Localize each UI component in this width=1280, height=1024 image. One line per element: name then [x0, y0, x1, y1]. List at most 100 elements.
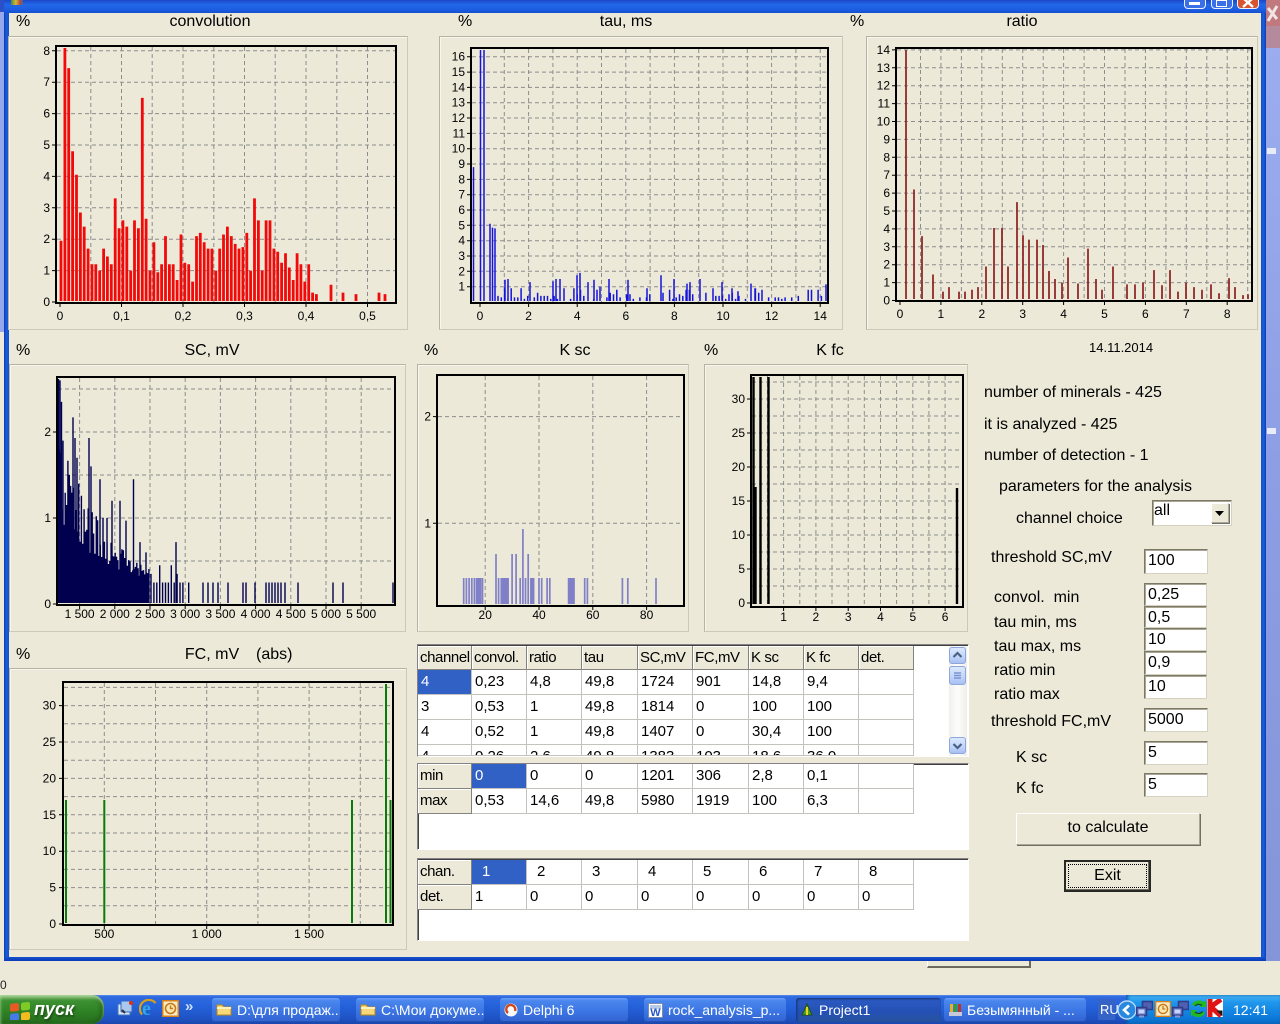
svg-text:8: 8: [43, 44, 50, 58]
svg-text:4: 4: [574, 309, 581, 323]
svg-text:5: 5: [49, 881, 56, 895]
svg-text:2: 2: [44, 425, 51, 439]
svg-text:3: 3: [883, 240, 890, 254]
svg-text:3: 3: [1019, 307, 1026, 321]
svg-text:15: 15: [43, 808, 57, 822]
svg-text:14: 14: [877, 43, 891, 57]
svg-text:3: 3: [845, 610, 852, 624]
svg-text:4 500: 4 500: [276, 607, 306, 621]
svg-text:5 000: 5 000: [311, 607, 341, 621]
svg-text:1: 1: [938, 307, 945, 321]
svg-text:25: 25: [732, 426, 746, 440]
svg-text:20: 20: [43, 771, 57, 785]
svg-text:3: 3: [43, 201, 50, 215]
svg-text:5: 5: [43, 138, 50, 152]
svg-text:0,2: 0,2: [175, 309, 192, 323]
svg-text:10: 10: [732, 528, 746, 542]
svg-text:W: W: [650, 1007, 661, 1018]
svg-text:0: 0: [57, 309, 64, 323]
svg-text:14: 14: [814, 309, 828, 323]
svg-text:15: 15: [452, 65, 466, 79]
svg-text:6: 6: [942, 610, 949, 624]
svg-text:20: 20: [732, 460, 746, 474]
svg-text:4: 4: [458, 234, 465, 248]
svg-text:4: 4: [883, 222, 890, 236]
svg-text:1 500: 1 500: [294, 927, 324, 941]
svg-text:0: 0: [43, 295, 50, 309]
svg-text:13: 13: [452, 96, 466, 110]
svg-text:14: 14: [452, 80, 466, 94]
svg-text:12: 12: [765, 309, 779, 323]
svg-text:40: 40: [532, 608, 546, 622]
svg-text:25: 25: [43, 735, 57, 749]
svg-text:11: 11: [878, 97, 891, 111]
svg-text:2 000: 2 000: [100, 607, 130, 621]
svg-text:6: 6: [458, 203, 465, 217]
svg-text:7: 7: [1183, 307, 1190, 321]
svg-text:20: 20: [479, 608, 493, 622]
svg-text:8: 8: [458, 172, 465, 186]
svg-text:9: 9: [883, 132, 890, 146]
svg-text:6: 6: [883, 186, 890, 200]
svg-text:1: 1: [43, 264, 50, 278]
svg-text:8: 8: [1224, 307, 1231, 321]
svg-text:7: 7: [458, 188, 465, 202]
svg-text:15: 15: [732, 494, 746, 508]
svg-text:80: 80: [640, 608, 654, 622]
svg-text:4 000: 4 000: [241, 607, 271, 621]
svg-text:0: 0: [883, 294, 890, 308]
svg-text:6: 6: [1142, 307, 1149, 321]
svg-text:3 500: 3 500: [205, 607, 235, 621]
svg-text:2: 2: [978, 307, 985, 321]
svg-text:13: 13: [877, 61, 891, 75]
svg-text:8: 8: [671, 309, 678, 323]
svg-text:4: 4: [1060, 307, 1067, 321]
svg-text:2: 2: [458, 264, 465, 278]
svg-text:5: 5: [909, 610, 916, 624]
svg-text:9: 9: [458, 157, 465, 171]
svg-text:30: 30: [43, 699, 57, 713]
svg-text:0: 0: [477, 309, 484, 323]
svg-text:500: 500: [94, 927, 114, 941]
svg-text:16: 16: [452, 50, 466, 64]
svg-text:5: 5: [883, 204, 890, 218]
svg-text:1: 1: [883, 276, 890, 290]
svg-text:5: 5: [1101, 307, 1108, 321]
svg-text:1: 1: [780, 610, 787, 624]
svg-text:0: 0: [49, 917, 56, 931]
svg-text:2: 2: [883, 258, 890, 272]
svg-text:0,1: 0,1: [113, 309, 130, 323]
svg-text:10: 10: [877, 115, 891, 129]
svg-text:4: 4: [43, 169, 50, 183]
svg-text:0,3: 0,3: [236, 309, 253, 323]
svg-text:7: 7: [883, 168, 890, 182]
svg-text:2: 2: [43, 232, 50, 246]
svg-text:5: 5: [458, 218, 465, 232]
svg-text:8: 8: [883, 150, 890, 164]
svg-text:0: 0: [738, 596, 745, 610]
svg-text:0: 0: [897, 307, 904, 321]
svg-text:1: 1: [424, 516, 431, 530]
svg-text:1 500: 1 500: [65, 607, 95, 621]
svg-text:5 500: 5 500: [346, 607, 376, 621]
svg-text:11: 11: [453, 126, 466, 140]
svg-text:2: 2: [424, 410, 431, 424]
svg-text:0,5: 0,5: [359, 309, 376, 323]
svg-text:10: 10: [43, 844, 57, 858]
svg-text:5: 5: [738, 562, 745, 576]
svg-text:3 000: 3 000: [170, 607, 200, 621]
svg-text:12: 12: [877, 79, 891, 93]
svg-text:1: 1: [44, 511, 51, 525]
svg-text:4: 4: [877, 610, 884, 624]
svg-text:10: 10: [716, 309, 730, 323]
svg-text:3: 3: [458, 249, 465, 263]
svg-text:2: 2: [525, 309, 532, 323]
svg-text:6: 6: [43, 107, 50, 121]
svg-text:2 500: 2 500: [135, 607, 165, 621]
svg-text:1 000: 1 000: [192, 927, 222, 941]
svg-text:7: 7: [43, 75, 50, 89]
svg-text:2: 2: [813, 610, 820, 624]
svg-text:6: 6: [622, 309, 629, 323]
svg-text:12: 12: [452, 111, 466, 125]
svg-text:10: 10: [452, 142, 466, 156]
